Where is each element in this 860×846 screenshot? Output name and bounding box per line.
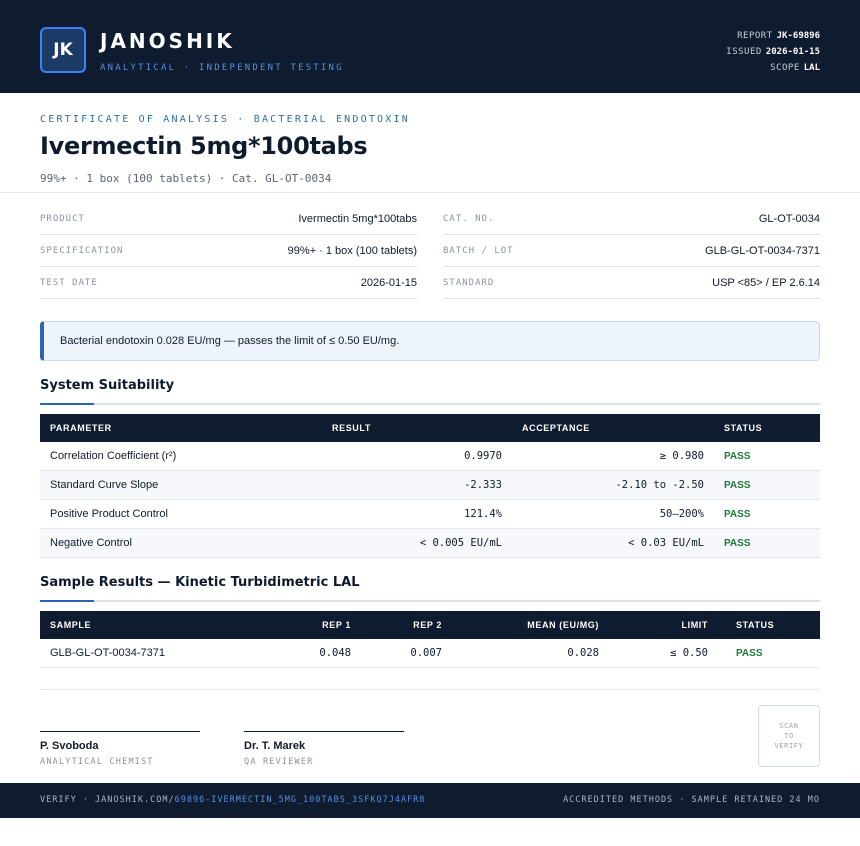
signer-name: P. Svoboda [40, 740, 99, 752]
table-row: Negative Control < 0.005 EU/mL < 0.03 EU… [40, 529, 820, 558]
column-header: LIMIT [681, 620, 708, 630]
status-badge: PASS [724, 479, 751, 491]
parameter-cell: Positive Product Control [50, 508, 168, 520]
info-value: GLB-GL-OT-0034-7371 [705, 244, 820, 257]
page-subtitle: 99%+ · 1 box (100 tablets) · Cat. GL-OT-… [40, 172, 332, 185]
acceptance-cell: ≥ 0.980 [659, 450, 704, 462]
scope-value: LAL [803, 63, 820, 73]
logo: JK [40, 27, 86, 73]
table-header: SAMPLE REP 1 REP 2 MEAN (EU/MG) LIMIT ST… [40, 611, 820, 639]
report-header: JK JANOSHIK ANALYTICAL · INDEPENDENT TES… [0, 0, 860, 93]
column-header: REP 2 [413, 620, 442, 630]
status-badge: PASS [724, 537, 751, 549]
signer-name: Dr. T. Marek [244, 740, 306, 752]
sample-results-table: SAMPLE REP 1 REP 2 MEAN (EU/MG) LIMIT ST… [40, 611, 820, 668]
info-value: GL-OT-0034 [758, 212, 820, 225]
verify-text: VERIFY · JANOSHIK.COM/69896-IVERMECTIN_5… [40, 795, 425, 805]
section-rule [40, 600, 820, 602]
info-value: 99%+ · 1 box (100 tablets) [287, 244, 417, 257]
column-header: MEAN (EU/MG) [527, 620, 599, 630]
info-row-standard: STANDARD USP <85> / EP 2.6.14 [443, 267, 820, 299]
parameter-cell: Negative Control [50, 537, 132, 549]
result-cell: < 0.005 EU/mL [419, 537, 502, 549]
footer-note: ACCREDITED METHODS · SAMPLE RETAINED 24 … [563, 795, 820, 805]
verify-link[interactable]: 69896-IVERMECTIN_5MG_100TABS_3SFKQ7J4AFR… [175, 795, 426, 805]
column-header: REP 1 [322, 620, 351, 630]
rep1-cell: 0.048 [319, 647, 351, 659]
report-footer: VERIFY · JANOSHIK.COM/69896-IVERMECTIN_5… [0, 783, 860, 818]
report-label: REPORT [737, 31, 773, 41]
info-row-batch-lot: BATCH / LOT GLB-GL-OT-0034-7371 [443, 235, 820, 267]
info-value: USP <85> / EP 2.6.14 [712, 276, 820, 289]
parameter-cell: Correlation Coefficient (r²) [50, 450, 177, 462]
divider [40, 689, 820, 690]
rep2-cell: 0.007 [410, 647, 442, 659]
info-column-left: PRODUCT Ivermectin 5mg*100tabs SPECIFICA… [40, 203, 417, 299]
system-suitability-table: PARAMETER RESULT ACCEPTANCE STATUS Corre… [40, 414, 820, 558]
qr-text: SCAN [779, 722, 799, 730]
signer-role: QA REVIEWER [244, 757, 314, 767]
result-cell: 121.4% [464, 508, 502, 520]
section-title-system-suitability: System Suitability [40, 378, 175, 393]
scope-label: SCOPE [770, 63, 800, 73]
status-badge: PASS [724, 450, 751, 462]
info-label: STANDARD [443, 277, 495, 288]
info-column-right: CAT. NO. GL-OT-0034 BATCH / LOT GLB-GL-O… [443, 203, 820, 299]
acceptance-cell: 50–200% [659, 508, 704, 520]
table-header: PARAMETER RESULT ACCEPTANCE STATUS [40, 414, 820, 442]
info-value: Ivermectin 5mg*100tabs [298, 212, 417, 225]
acceptance-cell: < 0.03 EU/mL [628, 537, 704, 549]
column-header: SAMPLE [50, 620, 92, 630]
verify-qr-code[interactable]: SCAN TO VERIFY [758, 705, 820, 767]
parameter-cell: Standard Curve Slope [50, 479, 159, 491]
report-meta: REPORT JK-69896 ISSUED 2026-01-15 SCOPE LAL [726, 28, 820, 76]
info-row-test-date: TEST DATE 2026-01-15 [40, 267, 417, 299]
column-header: STATUS [724, 423, 763, 433]
signature-block: P. Svoboda ANALYTICAL CHEMIST [40, 731, 200, 767]
info-label: TEST DATE [40, 277, 98, 288]
info-label: BATCH / LOT [443, 245, 514, 256]
info-label: PRODUCT [40, 213, 85, 224]
column-header: STATUS [736, 620, 775, 630]
column-header: PARAMETER [50, 423, 112, 433]
divider [0, 192, 860, 193]
qr-text: VERIFY [774, 742, 804, 750]
info-row-cat-no: CAT. NO. GL-OT-0034 [443, 203, 820, 235]
issued-date: 2026-01-15 [765, 47, 820, 57]
signature-line [40, 731, 200, 732]
qr-text: TO [784, 732, 794, 740]
acceptance-cell: -2.10 to -2.50 [615, 479, 704, 491]
result-summary-callout: Bacterial endotoxin 0.028 EU/mg — passes… [40, 321, 820, 361]
brand-tagline: ANALYTICAL · INDEPENDENT TESTING [100, 63, 344, 73]
sample-cell: GLB-GL-OT-0034-7371 [50, 647, 165, 659]
result-cell: 0.9970 [464, 450, 502, 462]
document-kicker: CERTIFICATE OF ANALYSIS · BACTERIAL ENDO… [40, 114, 410, 125]
mean-cell: 0.028 [567, 647, 599, 659]
table-row: Positive Product Control 121.4% 50–200% … [40, 500, 820, 529]
column-header: RESULT [332, 423, 371, 433]
signature-block: Dr. T. Marek QA REVIEWER [244, 731, 404, 767]
table-row: Correlation Coefficient (r²) 0.9970 ≥ 0.… [40, 442, 820, 471]
status-badge: PASS [736, 647, 763, 659]
status-badge: PASS [724, 508, 751, 520]
page-title: Ivermectin 5mg*100tabs [40, 132, 368, 160]
column-header: ACCEPTANCE [522, 423, 590, 433]
info-value: 2026-01-15 [360, 276, 417, 289]
result-cell: -2.333 [464, 479, 502, 491]
info-row-specification: SPECIFICATION 99%+ · 1 box (100 tablets) [40, 235, 417, 267]
signature-line [244, 731, 404, 732]
issued-label: ISSUED [726, 47, 762, 57]
table-row: Standard Curve Slope -2.333 -2.10 to -2.… [40, 471, 820, 500]
section-title-sample-results: Sample Results — Kinetic Turbidimetric L… [40, 575, 360, 590]
section-rule [40, 403, 820, 405]
info-row-product: PRODUCT Ivermectin 5mg*100tabs [40, 203, 417, 235]
info-label: CAT. NO. [443, 213, 495, 224]
report-number: JK-69896 [776, 31, 820, 41]
verify-prefix: VERIFY · JANOSHIK.COM/ [40, 795, 175, 805]
signer-role: ANALYTICAL CHEMIST [40, 757, 154, 767]
info-label: SPECIFICATION [40, 245, 124, 256]
limit-cell: ≤ 0.50 [670, 647, 708, 659]
brand-name: JANOSHIK [100, 29, 235, 53]
table-row: GLB-GL-OT-0034-7371 0.048 0.007 0.028 ≤ … [40, 639, 820, 668]
